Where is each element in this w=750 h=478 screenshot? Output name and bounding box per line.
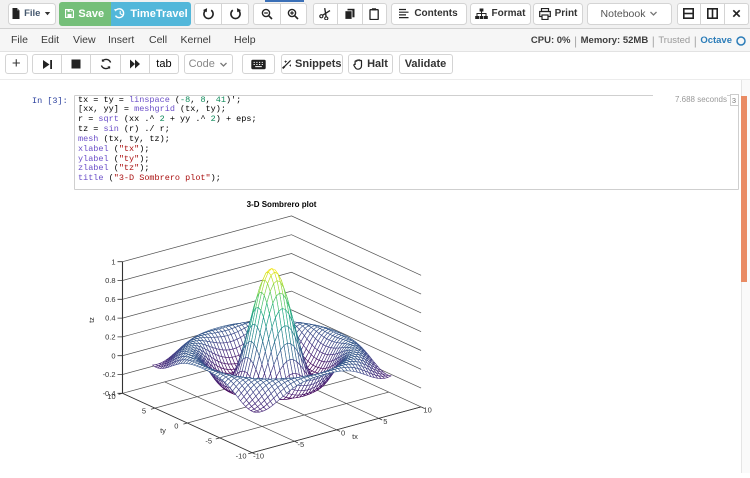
svg-text:tx: tx	[352, 432, 358, 441]
svg-text:5: 5	[383, 417, 387, 426]
svg-text:0.2: 0.2	[105, 333, 115, 342]
svg-text:-5: -5	[297, 440, 304, 449]
svg-text:-5: -5	[205, 436, 212, 445]
svg-text:3-D Sombrero plot: 3-D Sombrero plot	[247, 200, 317, 209]
svg-text:tz: tz	[87, 317, 96, 323]
svg-text:10: 10	[107, 392, 115, 401]
svg-text:0: 0	[341, 428, 345, 437]
svg-text:-10: -10	[236, 451, 247, 460]
svg-text:-0.2: -0.2	[103, 370, 116, 379]
svg-text:0.4: 0.4	[105, 314, 115, 323]
svg-text:0: 0	[111, 351, 115, 360]
svg-text:10: 10	[423, 406, 431, 415]
svg-text:0.8: 0.8	[105, 276, 115, 285]
svg-text:-10: -10	[253, 451, 264, 460]
svg-text:0: 0	[174, 422, 178, 431]
svg-text:0.6: 0.6	[105, 295, 115, 304]
svg-text:5: 5	[142, 407, 146, 416]
svg-text:ty: ty	[160, 426, 166, 435]
svg-text:1: 1	[111, 257, 115, 266]
